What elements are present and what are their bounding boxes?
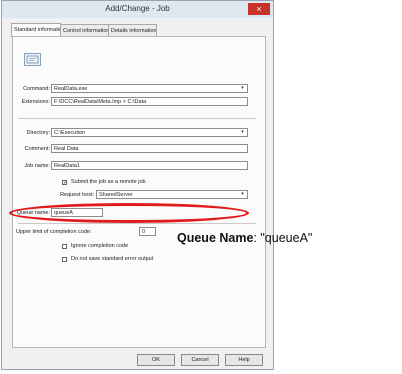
submit-remote-checkbox[interactable]: ✓: [62, 180, 67, 186]
extensions-field[interactable]: F:\DCC\RealData\Meta.Imp > C:\Data: [51, 97, 248, 106]
command-value: RealData.exe: [54, 86, 88, 92]
directory-select[interactable]: C:\Execution ▾: [51, 128, 248, 137]
annotation-rest: : "queueA": [253, 231, 313, 245]
no-save-stderr-checkbox[interactable]: [62, 257, 67, 262]
queue-name-annotation: Queue Name: "queueA": [177, 231, 312, 245]
close-button[interactable]: ×: [248, 3, 270, 15]
job-name-field[interactable]: RealData1: [51, 161, 248, 170]
window-title: Add/Change - Job: [105, 4, 170, 13]
ok-button[interactable]: OK: [137, 354, 175, 366]
annotation-bold: Queue Name: [177, 231, 254, 245]
tab-standard-information[interactable]: Standard information: [11, 23, 61, 37]
request-host-label: Request host:: [60, 192, 94, 198]
request-host-value: SharedServer: [99, 192, 133, 198]
command-label: Command:: [23, 86, 50, 92]
chevron-down-icon: ▾: [241, 85, 244, 91]
request-host-select[interactable]: SharedServer ▾: [96, 190, 248, 199]
title-bar: Add/Change - Job ×: [2, 1, 273, 18]
job-icon: [24, 53, 41, 66]
add-change-job-dialog: Add/Change - Job × Standard information …: [1, 0, 274, 370]
cancel-button[interactable]: Cancel: [181, 354, 219, 366]
no-save-stderr-label: Do not save standard error output: [71, 256, 154, 262]
separator: [18, 223, 256, 224]
directory-value: C:\Execution: [54, 130, 86, 136]
ignore-completion-code-label: Ignore completion code: [71, 243, 129, 249]
chevron-down-icon: ▾: [241, 129, 244, 135]
completion-code-field[interactable]: 0: [139, 227, 156, 236]
separator: [18, 118, 256, 119]
submit-remote-label: Submit the job as a remote job: [71, 179, 146, 185]
comment-label: Comment:: [24, 146, 50, 152]
extensions-label: Extensions:: [21, 99, 50, 105]
ignore-completion-code-checkbox[interactable]: [62, 244, 67, 249]
directory-label: Directory:: [26, 130, 50, 136]
highlight-ellipse: [9, 203, 249, 223]
completion-code-label: Upper limit of completion code:: [16, 229, 92, 235]
help-button[interactable]: Help: [225, 354, 263, 366]
command-select[interactable]: RealData.exe ▾: [51, 84, 248, 93]
chevron-down-icon: ▾: [241, 191, 244, 197]
comment-field[interactable]: Real Data: [51, 144, 248, 153]
job-name-label: Job name:: [24, 163, 50, 169]
